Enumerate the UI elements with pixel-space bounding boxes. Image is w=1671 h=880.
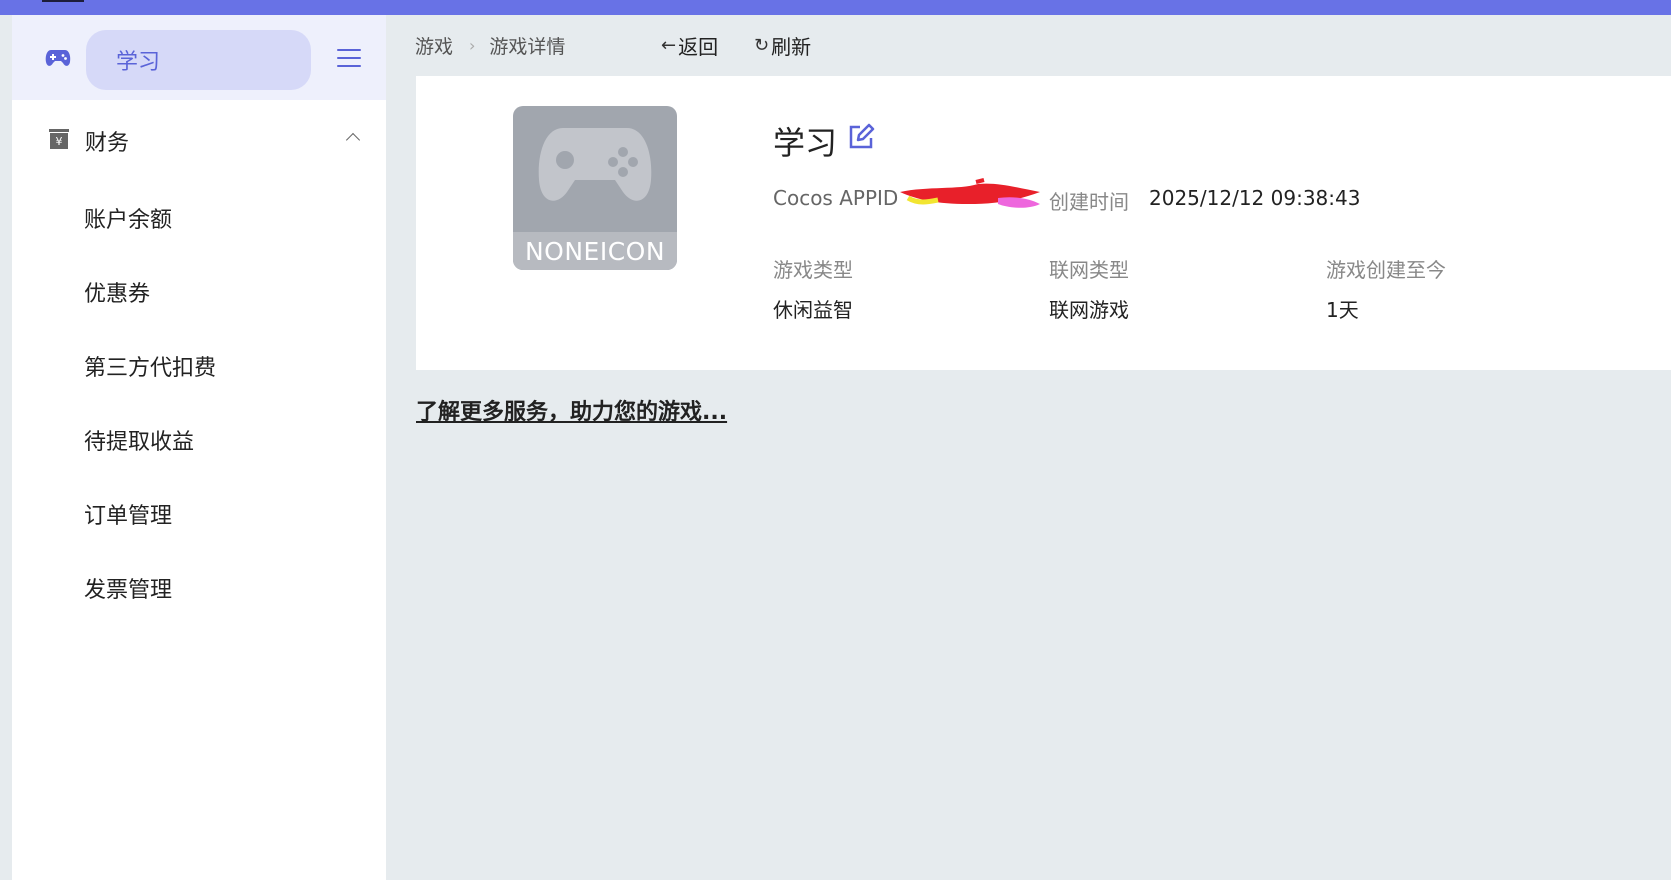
gamepad-icon <box>45 50 71 66</box>
top-bar <box>0 0 1671 15</box>
sidebar-header: 学习 <box>12 15 386 100</box>
menu-icon[interactable] <box>337 49 361 69</box>
game-type-value: 休闲益智 <box>773 298 853 322</box>
network-type-value: 联网游戏 <box>1049 298 1129 322</box>
sidebar-section-label: 财务 <box>85 131 130 156</box>
sidebar-item-order-management[interactable]: 订单管理 <box>12 485 386 541</box>
refresh-icon: ↻ <box>754 34 770 56</box>
sidebar-item-label: 账户余额 <box>84 208 173 233</box>
back-label: 返回 <box>678 34 719 59</box>
sidebar-item-label: 优惠券 <box>84 282 151 307</box>
back-button[interactable]: ← 返回 <box>661 30 718 60</box>
sidebar-item-label: 待提取收益 <box>84 430 195 455</box>
left-gutter <box>0 15 12 880</box>
game-age-value: 1天 <box>1326 298 1359 322</box>
sidebar-item-label: 发票管理 <box>84 578 173 603</box>
breadcrumb-current: 游戏详情 <box>489 35 566 58</box>
breadcrumb-games[interactable]: 游戏 <box>415 32 453 59</box>
sidebar-item-label: 订单管理 <box>84 504 173 529</box>
sidebar: 学习 ¥ 财务 账户余额 优惠券 第三方代扣费 待提取收益 订单管理 发票管理 <box>12 15 386 880</box>
game-title: 学习 <box>773 124 838 162</box>
refresh-label: 刷新 <box>771 34 812 59</box>
sidebar-item-account-balance[interactable]: 账户余额 <box>12 189 386 245</box>
sidebar-item-third-party-deduction[interactable]: 第三方代扣费 <box>12 337 386 393</box>
sidebar-item-pending-revenue[interactable]: 待提取收益 <box>12 411 386 467</box>
project-selector[interactable]: 学习 <box>86 30 311 90</box>
created-time-value: 2025/12/12 09:38:43 <box>1149 186 1361 210</box>
appid-label: Cocos APPID <box>773 186 899 210</box>
network-type-label: 联网类型 <box>1049 258 1129 282</box>
sidebar-section-finance[interactable]: ¥ 财务 <box>12 111 386 163</box>
chevron-up-icon[interactable] <box>345 132 361 148</box>
refresh-button[interactable]: ↻ 刷新 <box>754 30 811 60</box>
created-time-label: 创建时间 <box>1049 190 1129 214</box>
svg-text:¥: ¥ <box>56 135 63 148</box>
finance-icon: ¥ <box>49 129 69 149</box>
chevron-right-icon: › <box>469 35 476 55</box>
project-name: 学习 <box>116 50 161 75</box>
sidebar-item-coupons[interactable]: 优惠券 <box>12 263 386 319</box>
sidebar-item-invoice-management[interactable]: 发票管理 <box>12 559 386 615</box>
arrow-left-icon: ← <box>661 34 677 56</box>
more-services-link[interactable]: 了解更多服务，助力您的游戏... <box>416 394 727 426</box>
breadcrumb: 游戏 › 游戏详情 <box>415 30 565 60</box>
edit-icon[interactable] <box>847 123 875 151</box>
game-age-label: 游戏创建至今 <box>1326 258 1446 282</box>
game-type-label: 游戏类型 <box>773 258 853 282</box>
controller-icon <box>538 128 652 201</box>
game-icon: NONEICON <box>513 106 677 270</box>
sidebar-item-label: 第三方代扣费 <box>84 356 217 381</box>
redaction-scribble <box>900 178 1040 208</box>
top-bar-tab <box>42 0 84 2</box>
icon-placeholder-label: NONEICON <box>513 232 677 270</box>
